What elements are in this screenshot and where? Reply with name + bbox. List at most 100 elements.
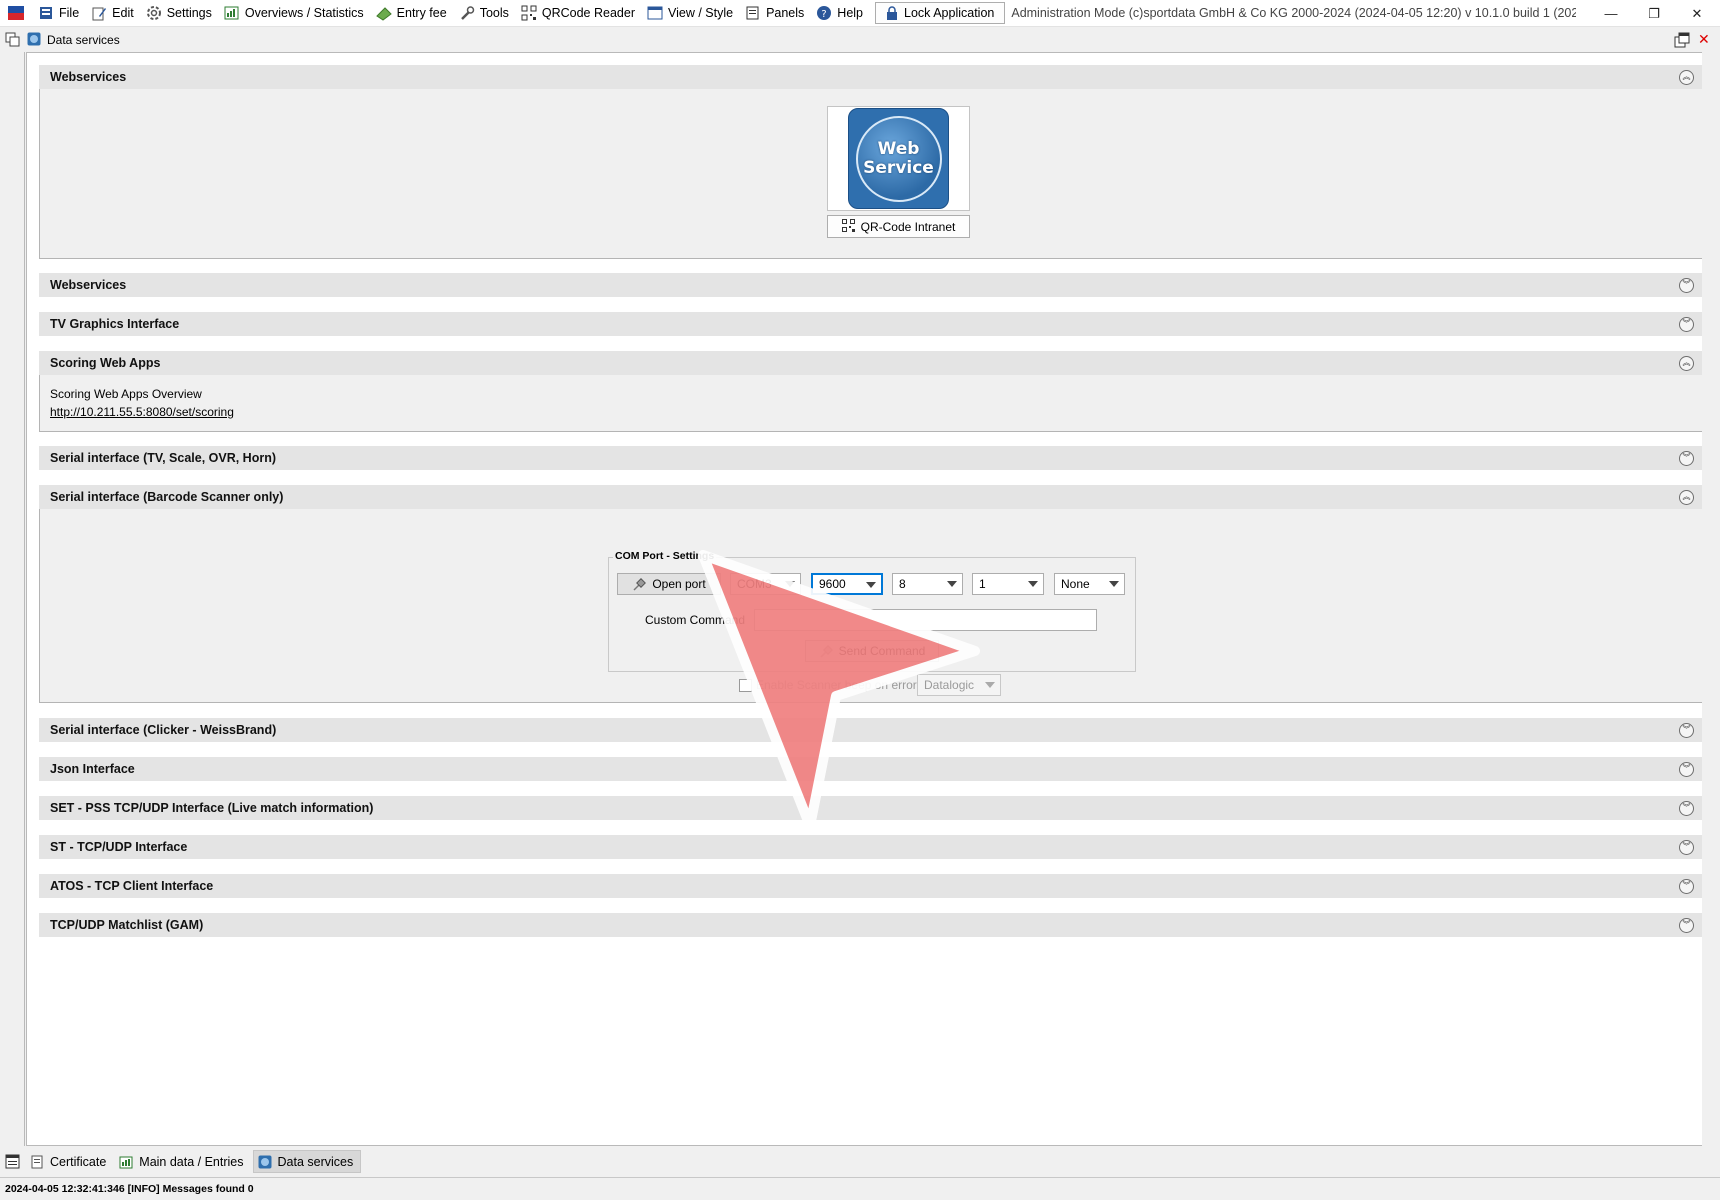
expand-icon[interactable]: ︾ — [1679, 316, 1694, 332]
section-header[interactable]: ST - TCP/UDP Interface ︾ — [39, 835, 1705, 859]
scanner-brand-select[interactable]: Datalogic — [917, 674, 1001, 696]
section-json-interface: Json Interface ︾ — [39, 757, 1705, 781]
left-side-strip — [0, 52, 25, 1146]
menu-view-style[interactable]: View / Style — [641, 2, 739, 24]
section-header[interactable]: Scoring Web Apps ︽ — [39, 351, 1705, 375]
menu-overviews-label: Overviews / Statistics — [244, 6, 364, 20]
section-body: Scoring Web Apps Overview http://10.211.… — [39, 375, 1705, 432]
document-switch-icon[interactable] — [5, 32, 20, 50]
vertical-scrollbar[interactable] — [1702, 52, 1720, 1146]
tab-main-data-label: Main data / Entries — [139, 1154, 244, 1169]
expand-icon[interactable]: ︾ — [1679, 722, 1694, 738]
section-title: TV Graphics Interface — [50, 317, 180, 331]
menu-panels-label: Panels — [766, 6, 805, 20]
section-header[interactable]: Serial interface (Clicker - WeissBrand) … — [39, 718, 1705, 742]
close-panel-icon[interactable]: ✕ — [1698, 31, 1710, 48]
section-header[interactable]: Serial interface (TV, Scale, OVR, Horn) … — [39, 446, 1705, 470]
section-scoring-web-apps: Scoring Web Apps ︽ Scoring Web Apps Over… — [39, 351, 1705, 432]
menu-help[interactable]: ? Help — [810, 2, 869, 24]
section-header[interactable]: Serial interface (Barcode Scanner only) … — [39, 485, 1705, 509]
open-port-label: Open port — [652, 577, 706, 591]
file-icon — [38, 5, 54, 21]
data-bits-select[interactable]: 8 — [892, 573, 963, 595]
data-services-panel: Webservices ︽ Web Service QR-Code Intran… — [26, 52, 1710, 1146]
menu-qrcode-reader[interactable]: QRCode Reader — [515, 2, 641, 24]
expand-icon[interactable]: ︾ — [1679, 450, 1694, 466]
money-icon — [375, 5, 392, 21]
tab-data-services[interactable]: Data services — [252, 1150, 362, 1173]
menu-overviews[interactable]: Overviews / Statistics — [218, 2, 370, 24]
stop-bits-select[interactable]: 1 — [972, 573, 1044, 595]
tab-main-data-entries[interactable]: Main data / Entries — [115, 1150, 250, 1173]
menu-edit-label: Edit — [112, 6, 134, 20]
minimize-button[interactable]: — — [1588, 0, 1634, 27]
expand-icon[interactable]: ︾ — [1679, 761, 1694, 777]
section-header[interactable]: TCP/UDP Matchlist (GAM) ︾ — [39, 913, 1705, 937]
restore-icon: ❐ — [1648, 5, 1660, 21]
tab-data-services-label: Data services — [277, 1154, 354, 1169]
expand-icon[interactable]: ︾ — [1679, 878, 1694, 894]
menu-settings[interactable]: Settings — [140, 2, 218, 24]
menu-help-label: Help — [837, 6, 864, 20]
tabs-menu-icon[interactable] — [5, 1154, 20, 1169]
detach-panel-icon[interactable] — [1674, 32, 1690, 51]
help-icon: ? — [816, 5, 832, 21]
section-header[interactable]: TV Graphics Interface ︾ — [39, 312, 1705, 336]
expand-icon[interactable]: ︾ — [1679, 917, 1694, 933]
scanner-beep-checkbox[interactable] — [739, 679, 752, 692]
parity-select[interactable]: None — [1054, 573, 1125, 595]
section-title: Serial interface (TV, Scale, OVR, Horn) — [50, 451, 277, 465]
collapse-icon[interactable]: ︽ — [1679, 355, 1694, 371]
section-title: Scoring Web Apps — [50, 356, 161, 370]
section-title: SET - PSS TCP/UDP Interface (Live match … — [50, 801, 374, 815]
section-header[interactable]: ATOS - TCP Client Interface ︾ — [39, 874, 1705, 898]
qr-code-intranet-button[interactable]: QR-Code Intranet — [827, 215, 970, 238]
section-header[interactable]: Json Interface ︾ — [39, 757, 1705, 781]
svg-text:?: ? — [822, 9, 827, 20]
qrcode-icon — [521, 5, 537, 21]
status-bar: 2024-04-05 12:32:41:346 [INFO] Messages … — [0, 1177, 1720, 1200]
scanner-brand-value: Datalogic — [924, 678, 975, 692]
scoring-link[interactable]: http://10.211.55.5:8080/set/scoring — [50, 405, 234, 419]
tab-certificate-label: Certificate — [50, 1154, 107, 1169]
collapse-icon[interactable]: ︽ — [1679, 489, 1694, 505]
section-tv-graphics: TV Graphics Interface ︾ — [39, 312, 1705, 336]
custom-command-input[interactable] — [754, 609, 1097, 631]
menu-file[interactable]: File — [32, 2, 85, 24]
send-command-button[interactable]: Send Command — [805, 640, 939, 662]
wrench-icon — [459, 5, 475, 21]
close-icon: ✕ — [1691, 5, 1703, 21]
webservice-logo-icon: Web Service — [848, 108, 949, 209]
logo-text-web: Web — [877, 138, 920, 159]
webservice-image-button[interactable]: Web Service — [827, 106, 970, 211]
expand-icon[interactable]: ︾ — [1679, 277, 1694, 293]
tab-certificate[interactable]: Certificate — [26, 1150, 113, 1173]
restore-button[interactable]: ❐ — [1631, 0, 1677, 27]
window-title: Administration Mode (c)sportdata GmbH & … — [1011, 6, 1577, 20]
collapse-icon[interactable]: ︽ — [1679, 69, 1694, 85]
menu-tools-label: Tools — [479, 6, 509, 20]
section-header[interactable]: Webservices ︾ — [39, 273, 1705, 297]
close-window-button[interactable]: ✕ — [1674, 0, 1720, 27]
statistics-icon — [224, 5, 240, 21]
expand-icon[interactable]: ︾ — [1679, 800, 1694, 816]
section-header[interactable]: SET - PSS TCP/UDP Interface (Live match … — [39, 796, 1705, 820]
section-body: COM Port - Settings Open port COM3 9600 — [39, 509, 1705, 703]
menu-bar: File Edit Settings Overviews / Statistic… — [0, 0, 1720, 27]
entries-icon — [119, 1155, 133, 1169]
com-port-select[interactable]: COM3 — [730, 573, 801, 595]
menu-panels[interactable]: Panels — [739, 2, 810, 24]
lock-application-button[interactable]: Lock Application — [875, 2, 1006, 24]
view-icon — [647, 5, 663, 21]
section-header[interactable]: Webservices ︽ — [39, 65, 1705, 89]
app-logo-icon[interactable] — [8, 6, 24, 20]
menu-entry-fee[interactable]: Entry fee — [370, 2, 453, 24]
menu-edit[interactable]: Edit — [85, 2, 140, 24]
menu-tools[interactable]: Tools — [453, 2, 515, 24]
expand-icon[interactable]: ︾ — [1679, 839, 1694, 855]
logo-text-service: Service — [863, 157, 934, 178]
com-port-value: COM3 — [737, 577, 772, 591]
baud-rate-select[interactable]: 9600 — [811, 573, 883, 595]
open-port-button[interactable]: Open port — [617, 573, 721, 595]
com-port-settings-title: COM Port - Settings — [613, 550, 717, 562]
